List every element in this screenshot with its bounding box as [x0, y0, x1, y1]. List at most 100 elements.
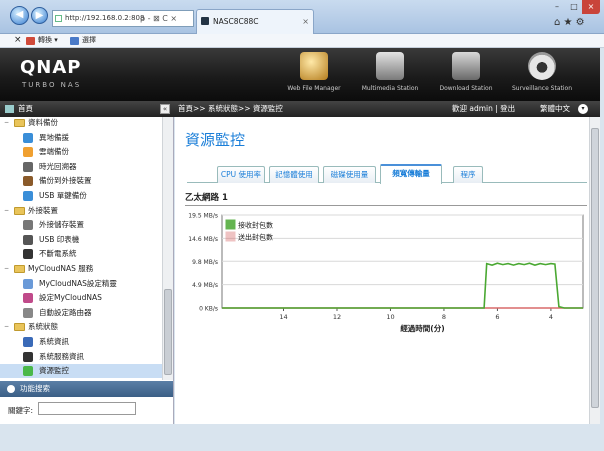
- address-bar-icons[interactable]: ρ - ⊠ C ×: [140, 10, 192, 27]
- qnap-header: QNAP TURBO NAS Web File Manager Multimed…: [0, 48, 600, 101]
- close-window-button[interactable]: ×: [582, 0, 600, 14]
- search-icon: [7, 385, 15, 393]
- welcome-logout-link[interactable]: 歡迎 admin | 登出: [452, 101, 515, 117]
- tree-group[interactable]: − 資料備份: [4, 117, 58, 130]
- section-divider: [185, 205, 587, 206]
- legend-label: 送出封包數: [238, 233, 273, 242]
- tree-label: 不斷電系統: [39, 249, 77, 259]
- folder-icon: [14, 119, 25, 127]
- tree-group[interactable]: − 系統狀態: [4, 320, 58, 334]
- search-area: 關鍵字:: [0, 397, 173, 424]
- tree-item[interactable]: 外接儲存裝置: [22, 218, 84, 232]
- sidebar-scroll-thumb[interactable]: [164, 289, 172, 375]
- tree-group[interactable]: − MyCloudNAS 服務: [4, 262, 93, 276]
- folder-icon: [14, 265, 25, 273]
- select-icon: [70, 37, 79, 45]
- tree-label: 外接裝置: [28, 205, 58, 215]
- legend-swatch: [225, 231, 236, 242]
- tree-item[interactable]: MyCloudNAS設定精靈: [22, 277, 117, 291]
- collapse-icon[interactable]: −: [4, 119, 11, 126]
- tree-item[interactable]: 資源監控: [0, 364, 162, 379]
- collapse-icon[interactable]: −: [4, 265, 11, 272]
- tab-0[interactable]: CPU 使用率: [217, 166, 265, 183]
- tree-item[interactable]: 不斷電系統: [22, 247, 77, 261]
- tree-item[interactable]: 自動設定路由器: [22, 306, 92, 320]
- function-icon: [23, 132, 33, 143]
- multimedia-station-button[interactable]: Multimedia Station: [356, 50, 424, 100]
- tree-label: 系統資訊: [39, 337, 69, 346]
- x-tick-label: 8: [442, 313, 446, 321]
- x-tick-label: 10: [386, 313, 394, 321]
- tree-item[interactable]: 雲端備份: [22, 145, 69, 159]
- collapse-icon[interactable]: −: [4, 207, 11, 214]
- qnap-logo: QNAP: [20, 57, 82, 78]
- collapse-sidebar-button[interactable]: «: [160, 104, 170, 114]
- y-tick-label: 9.8 MB/s: [192, 259, 218, 266]
- tab-3[interactable]: 頻寬傳輸量: [380, 164, 442, 184]
- tree-group[interactable]: − 外接裝置: [4, 204, 58, 218]
- browser-tab[interactable]: NASC8C88C ×: [196, 9, 314, 34]
- page-title: 資源監控: [185, 131, 246, 149]
- section-title: 乙太網路 1: [185, 193, 228, 203]
- keyword-label: 關鍵字:: [8, 406, 34, 415]
- function-icon: [23, 366, 33, 377]
- function-search-header[interactable]: 功能搜索: [0, 381, 173, 397]
- tab-4[interactable]: 程序: [453, 166, 483, 183]
- surveillance-station-button[interactable]: Surveillance Station: [508, 50, 576, 100]
- download-station-button[interactable]: Download Station: [432, 50, 500, 100]
- convert-button[interactable]: 轉換 ▾: [26, 34, 58, 47]
- sidebar-scrollbar[interactable]: [162, 117, 173, 380]
- forward-button[interactable]: ▶: [31, 7, 48, 24]
- camera-icon: [528, 52, 556, 80]
- tree-label: MyCloudNAS設定精靈: [39, 278, 117, 288]
- function-icon: [23, 307, 33, 318]
- tree-label: 備份到外接裝置: [39, 176, 92, 186]
- tree-label: MyCloudNAS 服務: [28, 264, 94, 273]
- function-icon: [23, 351, 33, 362]
- convert-label: 轉換 ▾: [38, 36, 58, 44]
- folder-icon: [14, 206, 25, 215]
- tab-title: NASC8C88C: [213, 17, 259, 26]
- language-dropdown-icon[interactable]: ▾: [578, 104, 588, 114]
- y-tick-label: 14.6 MB/s: [188, 236, 218, 243]
- qnap-tab-icon: [201, 17, 209, 25]
- select-button[interactable]: 選擇: [70, 34, 96, 47]
- keyword-input[interactable]: [38, 402, 136, 415]
- tree-item[interactable]: 設定MyCloudNAS: [22, 291, 102, 305]
- station-label: Surveillance Station: [511, 85, 573, 92]
- tree-item[interactable]: 系統資訊: [22, 335, 69, 349]
- tab-1[interactable]: 記憶體使用: [269, 166, 319, 183]
- tab-2[interactable]: 磁碟使用量: [323, 166, 376, 183]
- address-text: http://192.168.0.2:808: [65, 14, 145, 22]
- convert-icon: [26, 37, 35, 45]
- station-label: Web File Manager: [287, 85, 341, 92]
- tree-item[interactable]: 系統服務資訊: [22, 350, 84, 364]
- function-icon: [23, 147, 33, 158]
- station-label: Multimedia Station: [361, 85, 419, 92]
- tree-label: 異地備援: [39, 132, 69, 142]
- back-button[interactable]: ◀: [10, 6, 29, 25]
- main-scrollbar[interactable]: [589, 117, 600, 424]
- film-icon: [376, 52, 404, 80]
- close-icon[interactable]: ×: [14, 34, 22, 47]
- tree-item[interactable]: 時光回溯器: [22, 160, 77, 174]
- tree-item[interactable]: 異地備援: [22, 131, 69, 145]
- web-file-manager-button[interactable]: Web File Manager: [280, 50, 348, 100]
- main-scroll-thumb[interactable]: [591, 128, 599, 408]
- y-tick-label: 0 KB/s: [199, 306, 218, 313]
- tree-item[interactable]: USB 單鍵備份: [22, 189, 87, 203]
- function-tree: − 資料備份異地備援雲端備份 時光回溯器備份到外接裝置 USB 單鍵備份 − 外接裝置外接…: [0, 117, 162, 380]
- language-selector[interactable]: 繁體中文: [540, 101, 570, 117]
- tree-label: 系統狀態: [28, 322, 58, 332]
- home-favorites-settings-icons[interactable]: ⌂ ★ ⚙: [554, 17, 598, 31]
- x-tick-label: 12: [333, 313, 341, 321]
- minimize-button[interactable]: –: [548, 0, 566, 14]
- tab-close-icon[interactable]: ×: [302, 10, 309, 33]
- tree-label: USB 印表機: [39, 234, 80, 244]
- maximize-button[interactable]: □: [566, 0, 582, 14]
- tree-item[interactable]: 備份到外接裝置: [22, 174, 92, 188]
- collapse-icon[interactable]: −: [4, 323, 11, 330]
- function-icon: [23, 234, 33, 245]
- download-icon: [452, 52, 480, 80]
- tree-item[interactable]: USB 印表機: [22, 233, 79, 247]
